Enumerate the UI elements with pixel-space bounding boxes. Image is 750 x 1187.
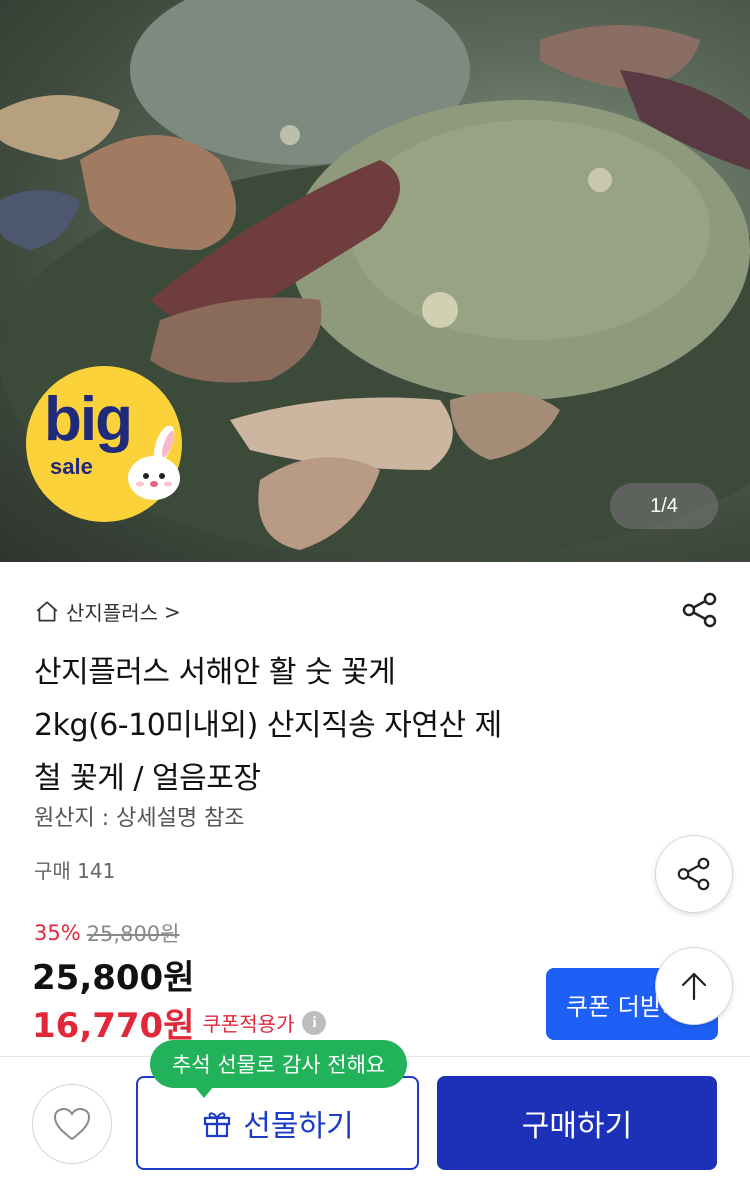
chevron-right-icon: >: [164, 599, 181, 624]
store-link[interactable]: 산지플러스 >: [34, 597, 181, 626]
discount-rate: 35%: [34, 921, 81, 945]
info-icon[interactable]: i: [302, 1010, 327, 1035]
store-name: 산지플러스: [66, 601, 158, 625]
purchase-count: 구매 141: [34, 859, 116, 883]
coupon-price-label: 쿠폰적용가: [202, 1012, 295, 1036]
scroll-top-button[interactable]: [655, 947, 733, 1025]
badge-sale-text: sale: [50, 454, 93, 479]
gift-button[interactable]: 선물하기: [136, 1076, 419, 1170]
share-icon: [677, 857, 710, 891]
product-title-line: 철 꽃게 / 얼음포장: [34, 761, 261, 796]
bunny-icon: [128, 426, 180, 500]
sale-price: 25,800원: [32, 958, 195, 998]
arrow-up-icon: [681, 972, 707, 1001]
gift-button-label: 선물하기: [243, 1109, 354, 1144]
gift-tooltip: 추석 선물로 감사 전해요: [150, 1040, 408, 1098]
gift-icon: [204, 1112, 231, 1138]
big-sale-badge: big sale: [26, 366, 182, 522]
origin-info: 원산지 : 상세설명 참조: [34, 806, 245, 831]
heart-icon: [53, 1107, 91, 1141]
wishlist-button[interactable]: [32, 1084, 112, 1164]
discount-row: 35% 25,800원: [34, 918, 180, 948]
buy-button[interactable]: 구매하기: [437, 1076, 717, 1170]
original-price: 25,800원: [86, 922, 180, 946]
product-title-line: 2kg(6-10미내외) 산지직송 자연산 제: [34, 708, 502, 743]
product-title-line: 산지플러스 서해안 활 숫 꽃게: [34, 655, 396, 690]
product-title: 산지플러스 서해안 활 숫 꽃게 2kg(6-10미내외) 산지직송 자연산 제…: [34, 646, 674, 805]
floating-share-button[interactable]: [655, 835, 733, 913]
home-icon: [36, 600, 58, 622]
image-page-counter: 1/4: [610, 483, 718, 529]
share-icon[interactable]: [680, 590, 720, 630]
product-image[interactable]: big sale 1/4: [0, 0, 750, 562]
